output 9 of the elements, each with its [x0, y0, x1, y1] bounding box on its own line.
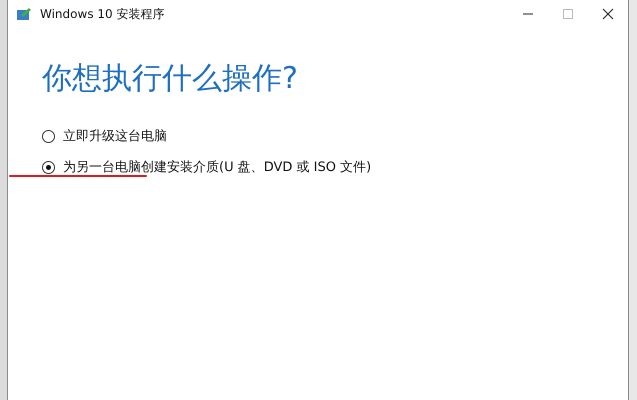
page-heading: 你想执行什么操作? — [42, 60, 299, 98]
radio-option[interactable]: 立即升级这台电脑 — [42, 127, 167, 145]
maximize-icon — [562, 8, 574, 20]
close-icon — [602, 8, 614, 20]
window-title: Windows 10 安装程序 — [40, 6, 164, 22]
setup-icon — [16, 6, 32, 22]
radio-button[interactable] — [42, 130, 55, 142]
radio-option[interactable]: 为另一台电脑创建安装介质(U 盘、DVD 或 ISO 文件) — [42, 158, 372, 176]
radio-button[interactable] — [42, 160, 55, 174]
